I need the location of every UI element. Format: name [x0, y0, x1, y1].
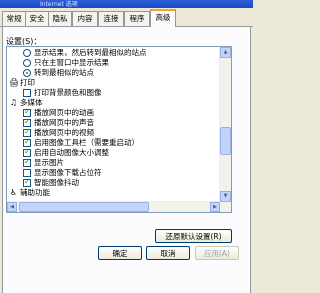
- tab-programs[interactable]: 程序: [124, 11, 150, 26]
- list-item-label: 智能图像抖动: [34, 178, 79, 187]
- radio-button[interactable]: [23, 49, 31, 57]
- list-item-label: 显示结果，然后转到最相似的站点: [34, 48, 147, 57]
- checkbox-checked[interactable]: [23, 117, 31, 127]
- list-item-label: 打印背景颜色和图像: [34, 88, 102, 97]
- chevron-down-icon: ▼: [223, 193, 228, 199]
- radio-button[interactable]: [23, 59, 31, 67]
- scroll-right-button[interactable]: ▶: [210, 202, 220, 212]
- printer-icon: 🖨: [9, 78, 20, 87]
- checkbox-checked[interactable]: [23, 147, 31, 157]
- scroll-down-button[interactable]: ▼: [220, 191, 231, 202]
- settings-list[interactable]: 显示结果，然后转到最相似的站点 只在主窗口中显示结果 转到最相似的站点 🖨 打印…: [6, 46, 232, 213]
- list-item-label: 启用自动图像大小调整: [34, 148, 109, 157]
- scroll-left-button[interactable]: ◀: [7, 202, 17, 212]
- window-title: Internet 选项: [40, 1, 78, 8]
- tab-content[interactable]: 内容: [72, 11, 98, 26]
- list-item-label: 播放网页中的声音: [34, 118, 94, 127]
- checkbox-checked[interactable]: [23, 107, 31, 117]
- radio-button-selected[interactable]: [23, 69, 31, 77]
- apply-button[interactable]: 应用(A): [195, 246, 239, 260]
- tab-advanced[interactable]: 高级: [150, 9, 176, 28]
- list-item-label: 显示图像下载占位符: [34, 168, 102, 177]
- tab-connections[interactable]: 连接: [98, 11, 124, 26]
- horizontal-scrollbar[interactable]: ◀ ▶: [7, 201, 220, 212]
- cancel-button[interactable]: 取消: [146, 246, 190, 260]
- checkbox-checked[interactable]: [23, 137, 31, 147]
- category-label: 辅助功能: [20, 188, 50, 197]
- tab-privacy[interactable]: 隐私: [48, 11, 72, 26]
- tab-security[interactable]: 安全: [25, 11, 49, 26]
- checkbox[interactable]: [23, 89, 31, 97]
- title-bar: Internet 选项: [0, 0, 253, 8]
- scroll-thumb[interactable]: [220, 127, 231, 155]
- list-item-label: 启用图像工具栏（需要重启动）: [34, 138, 139, 147]
- chevron-left-icon: ◀: [10, 204, 14, 210]
- scroll-up-button[interactable]: ▲: [220, 47, 231, 58]
- chevron-up-icon: ▲: [223, 49, 228, 55]
- restore-defaults-button[interactable]: 还原默认设置(R): [155, 229, 232, 243]
- checkbox-checked[interactable]: [23, 157, 31, 167]
- multimedia-icon: ♫: [9, 98, 18, 107]
- list-item-label: 显示图片: [34, 158, 64, 167]
- chevron-right-icon: ▶: [213, 204, 217, 210]
- list-item-label: 转到最相似的站点: [34, 68, 94, 77]
- checkbox-checked[interactable]: [23, 177, 31, 187]
- list-item-label: 只在主窗口中显示结果: [34, 58, 109, 67]
- ok-button[interactable]: 确定: [98, 246, 142, 260]
- tab-strip: 常规 安全 隐私 内容 连接 程序 高级: [0, 9, 253, 28]
- tab-general[interactable]: 常规: [2, 11, 26, 26]
- accessibility-icon: ♿: [9, 188, 18, 197]
- vertical-scrollbar[interactable]: ▲ ▼: [219, 47, 231, 212]
- list-item-label: 播放网页中的动画: [34, 108, 94, 117]
- list-item-label: 播放网页中的视频: [34, 128, 94, 137]
- horizontal-scroll-thumb[interactable]: [19, 202, 149, 212]
- category-label: 打印: [20, 78, 35, 87]
- checkbox[interactable]: [23, 169, 31, 177]
- checkbox-checked[interactable]: [23, 127, 31, 137]
